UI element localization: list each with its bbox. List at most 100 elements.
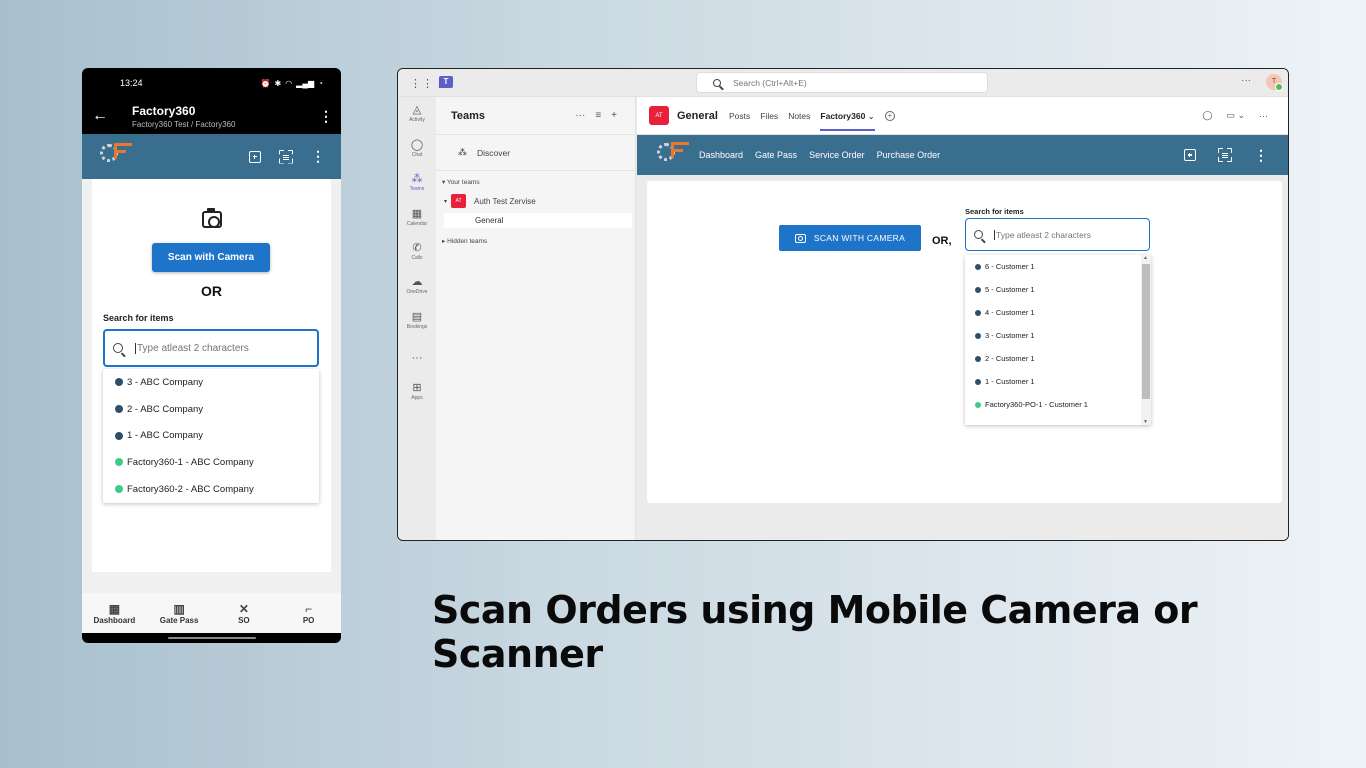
- nav-item-dashboard[interactable]: ▦ Dashboard: [84, 602, 144, 625]
- rail-label: Activity: [409, 117, 425, 123]
- teams-window: ⋮⋮⋮ T ··· T ◬Activity ◯Chat ⁂Teams ▦Calenda…: [397, 68, 1289, 541]
- battery-icon: ◔: [318, 78, 323, 88]
- search-field[interactable]: [103, 329, 319, 367]
- or-separator: OR: [201, 283, 222, 299]
- nav-item-so[interactable]: ✕ SO: [214, 602, 274, 625]
- rail-label: Calls: [411, 255, 423, 261]
- more-icon[interactable]: ···: [1241, 75, 1251, 86]
- video-call-icon[interactable]: ▭ ⌄: [1226, 110, 1245, 121]
- list-item[interactable]: 5 - Customer 1: [965, 278, 1151, 301]
- rail-activity[interactable]: ◬ Activity: [398, 103, 436, 123]
- filter-icon[interactable]: ≡: [595, 110, 601, 121]
- scrollbar-thumb[interactable]: [1142, 264, 1150, 399]
- tab-factory360[interactable]: Factory360 ⌄: [820, 97, 876, 135]
- mobile-phone-screen: 13:24 ⏰ ✱ ◠ ▂▄▆ ◔ ← Factory360 Factory36…: [82, 68, 341, 643]
- list-item[interactable]: 3 - ABC Company: [103, 369, 319, 396]
- back-arrow-icon[interactable]: ←: [92, 107, 114, 125]
- more-icon[interactable]: ···: [1259, 111, 1268, 121]
- nav-dashboard[interactable]: Dashboard: [699, 150, 743, 160]
- list-item-label: Factory360-2 - ABC Company: [127, 483, 254, 495]
- nav-item-po[interactable]: ⌐ PO: [279, 602, 339, 625]
- alarm-icon: ⏰: [260, 78, 271, 88]
- team-name: Auth Test Zervise: [474, 196, 536, 206]
- nav-item-gate-pass[interactable]: ▥ Gate Pass: [149, 602, 209, 625]
- list-item[interactable]: 2 - ABC Company: [103, 396, 319, 423]
- your-teams-section[interactable]: ▾ Your teams: [442, 178, 480, 186]
- nav-service-order[interactable]: Service Order: [809, 150, 865, 160]
- factory360-header: Dashboard Gate Pass Service Order Purcha…: [637, 135, 1288, 175]
- list-item[interactable]: 1 - Customer 1: [965, 370, 1151, 393]
- team-auth-test-zervise[interactable]: ▾ AT Auth Test Zervise: [444, 194, 536, 208]
- list-item[interactable]: 2 - Customer 1: [965, 347, 1151, 370]
- bookings-icon: ▤: [411, 311, 423, 323]
- signal-icon: ▂▄▆: [296, 78, 315, 88]
- channel-general[interactable]: General: [444, 213, 632, 228]
- your-teams-label: Your teams: [446, 179, 480, 186]
- factory360-header: ⋮: [82, 134, 341, 179]
- add-icon[interactable]: [1184, 149, 1196, 161]
- factory360-logo: [98, 140, 136, 174]
- status-dot-icon: [115, 378, 123, 387]
- list-item[interactable]: 3 - Customer 1: [965, 324, 1151, 347]
- search-field[interactable]: [965, 218, 1150, 251]
- rail-teams[interactable]: ⁂ Teams: [398, 172, 436, 192]
- list-item[interactable]: Factory360-1 - ABC Company: [103, 449, 319, 476]
- search-icon: [974, 230, 983, 239]
- nav-item-label: Dashboard: [93, 615, 136, 625]
- tab-posts[interactable]: Posts: [729, 97, 750, 135]
- tab-files[interactable]: Files: [760, 97, 778, 135]
- chat-icon[interactable]: ◯: [1202, 110, 1212, 121]
- list-item[interactable]: 4 - Customer 1: [965, 301, 1151, 324]
- more-vertical-icon[interactable]: ⋮: [1254, 147, 1268, 164]
- scroll-down-icon[interactable]: ▼: [1143, 419, 1148, 425]
- phone-icon: ✆: [412, 242, 422, 254]
- barcode-scanner-icon[interactable]: [279, 150, 293, 164]
- list-item[interactable]: 6 - Customer 1: [965, 255, 1151, 278]
- rail-bookings[interactable]: ▤ Bookings: [398, 310, 436, 330]
- scrollbar[interactable]: ▲ ▼: [1141, 255, 1151, 425]
- teams-search-input[interactable]: [733, 77, 973, 88]
- rail-calendar[interactable]: ▦ Calendar: [398, 207, 436, 227]
- scroll-up-icon[interactable]: ▲: [1143, 255, 1148, 261]
- plus-icon[interactable]: +: [611, 110, 617, 121]
- list-item[interactable]: Factory360-2 - ABC Company: [103, 476, 319, 503]
- rail-chat[interactable]: ◯ Chat: [398, 138, 436, 158]
- add-icon[interactable]: [249, 150, 261, 163]
- rail-calls[interactable]: ✆ Calls: [398, 241, 436, 261]
- barcode-scanner-icon[interactable]: [1218, 148, 1232, 162]
- list-item[interactable]: Factory360-PO-1 - Customer 1: [965, 393, 1151, 416]
- nav-purchase-order[interactable]: Purchase Order: [877, 150, 941, 160]
- cloud-icon: ☁: [411, 276, 423, 288]
- add-tab-icon[interactable]: +: [884, 110, 895, 121]
- list-item-label: 3 - ABC Company: [127, 376, 204, 388]
- list-item-label: 4 - Customer 1: [985, 308, 1035, 317]
- hidden-teams-section[interactable]: ▸ Hidden teams: [442, 237, 487, 245]
- channel-badge: AT: [649, 106, 669, 125]
- search-input[interactable]: [994, 229, 1144, 240]
- rail-more[interactable]: ···: [398, 352, 436, 366]
- more-vertical-icon[interactable]: ⋮: [311, 148, 325, 165]
- status-dot-icon: [115, 458, 123, 467]
- rail-label: Teams: [409, 186, 425, 192]
- gesture-handle: [168, 637, 256, 639]
- bluetooth-icon: ✱: [274, 78, 282, 88]
- tab-notes[interactable]: Notes: [788, 97, 810, 135]
- list-item[interactable]: 1 - ABC Company: [103, 422, 319, 449]
- user-avatar[interactable]: T: [1266, 74, 1283, 91]
- teams-title-bar: ⋮⋮⋮ T ··· T: [398, 69, 1288, 97]
- more-options-icon[interactable]: ⋮: [319, 108, 333, 125]
- list-item-label: 5 - Customer 1: [985, 285, 1035, 294]
- search-label: Search for items: [103, 313, 174, 323]
- content-area: Scan with Camera OR Search for items 3 -…: [82, 179, 341, 593]
- teams-search-box[interactable]: [696, 72, 988, 93]
- rail-label: OneDrive: [406, 289, 428, 295]
- nav-gate-pass[interactable]: Gate Pass: [755, 150, 797, 160]
- search-input[interactable]: [135, 342, 305, 354]
- rail-apps[interactable]: ⊞ Apps: [398, 381, 436, 401]
- bell-icon: ◬: [412, 104, 422, 116]
- rail-onedrive[interactable]: ☁ OneDrive: [398, 275, 436, 295]
- scan-with-camera-button[interactable]: Scan with Camera: [152, 243, 270, 272]
- more-icon[interactable]: ···: [575, 110, 585, 121]
- discover-item[interactable]: ⁂ Discover: [436, 135, 635, 171]
- scan-with-camera-button[interactable]: SCAN WITH CAMERA: [779, 225, 921, 251]
